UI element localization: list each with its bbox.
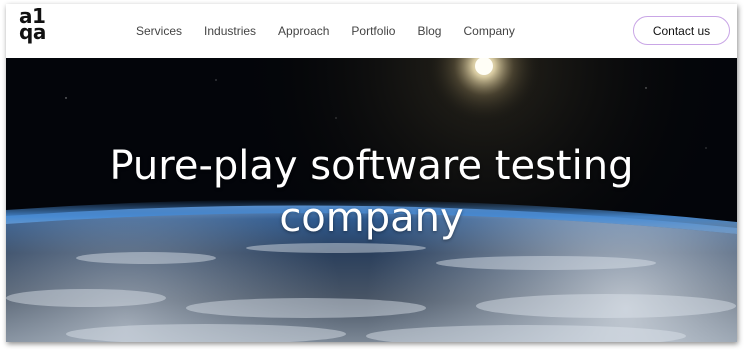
main-nav: Services Industries Approach Portfolio B… [136, 4, 537, 58]
hero-title-line-2: company [279, 195, 464, 241]
site-header: a1 qa Services Industries Approach Portf… [6, 4, 737, 58]
nav-item-industries[interactable]: Industries [204, 24, 256, 38]
hero-section: Pure-play software testing company [6, 58, 737, 342]
page-frame: a1 qa Services Industries Approach Portf… [6, 4, 737, 342]
hero-title: Pure-play software testing company [6, 140, 737, 244]
nav-item-approach[interactable]: Approach [278, 24, 329, 38]
logo-line-2: qa [19, 20, 46, 45]
nav-item-services[interactable]: Services [136, 24, 182, 38]
a1qa-logo[interactable]: a1 qa [19, 6, 49, 45]
nav-item-blog[interactable]: Blog [417, 24, 441, 38]
contact-us-button[interactable]: Contact us [633, 16, 730, 45]
hero-title-line-1: Pure-play software testing [109, 143, 634, 189]
nav-item-portfolio[interactable]: Portfolio [351, 24, 395, 38]
nav-item-company[interactable]: Company [463, 24, 514, 38]
